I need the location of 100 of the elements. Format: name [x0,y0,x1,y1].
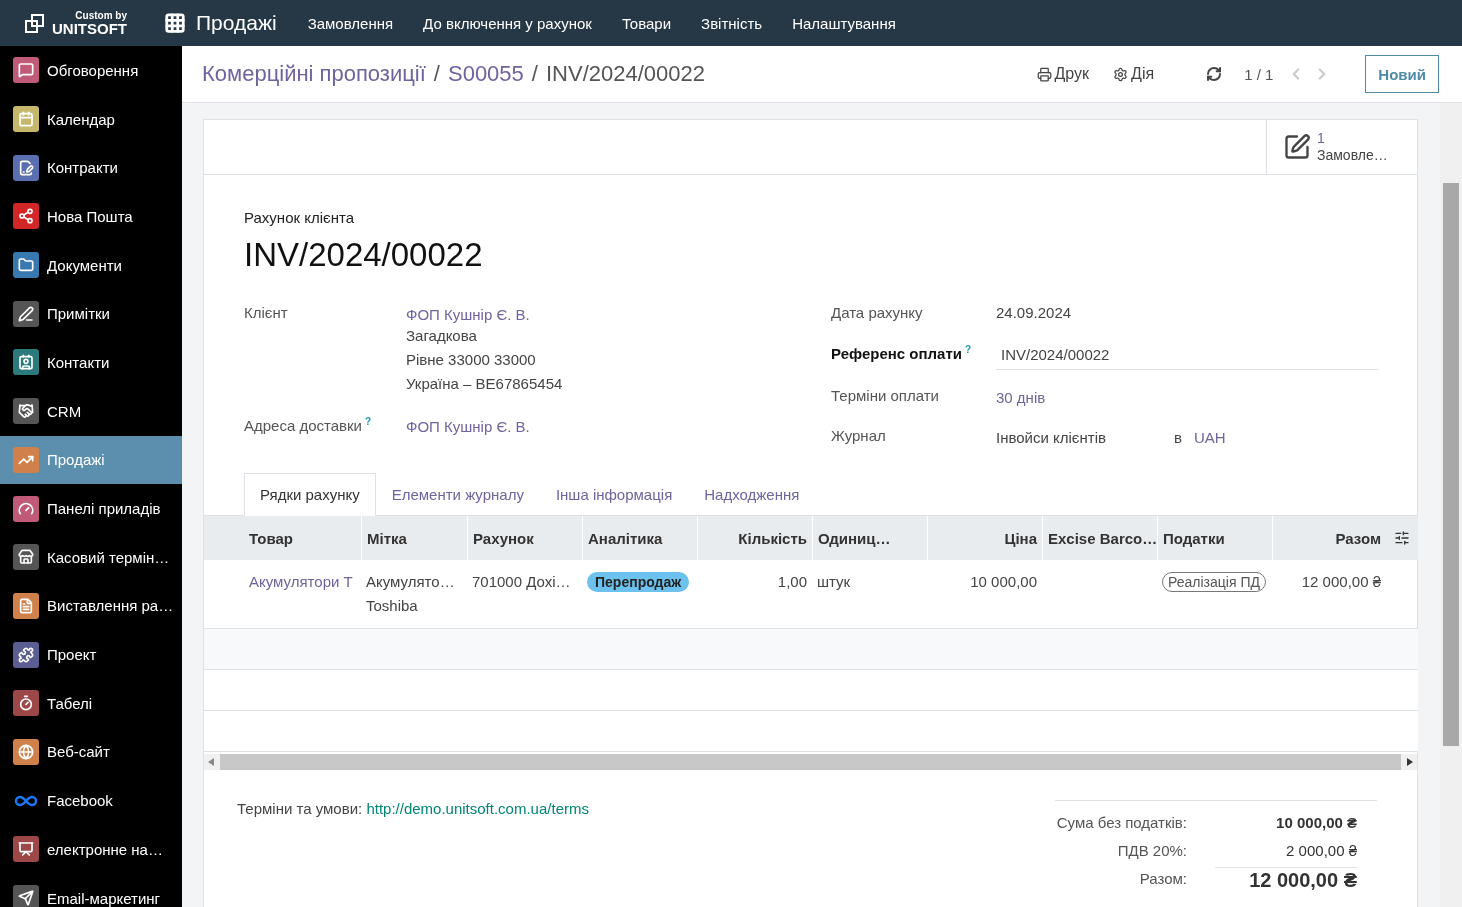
printer-icon [1036,66,1052,82]
sidebar-item[interactable]: електронне на… [0,825,182,874]
column-header[interactable]: Кількість [697,516,812,560]
record-title: INV/2024/00022 [545,61,705,87]
product-link[interactable]: Акумулятори Т [249,573,353,590]
sidebar-item[interactable]: Facebook [0,776,182,825]
app-icon [13,592,39,619]
analytic-tag: Перепродаж [587,572,690,592]
document-title: INV/2024/00022 [244,236,484,274]
tab[interactable]: Рядки рахунку [244,473,376,516]
total-label: ПДВ 20%: [1116,841,1188,861]
column-header[interactable]: Excise Barco… [1042,516,1157,560]
currency-link[interactable]: UAH [1193,425,1226,446]
vertical-scrollbar[interactable] [1440,103,1462,907]
document-type: Рахунок клієнта [244,209,355,226]
app-icon [13,300,39,327]
field-label: Дата рахунку [831,303,924,321]
sidebar-item[interactable]: Календар [0,94,182,144]
terms-text: Терміни та умови: http://demo.unitsoft.com.ua/terms [237,800,589,819]
address-line: Загадкова [406,326,478,346]
apps-menu-icon[interactable] [164,12,186,34]
column-header[interactable]: Аналітика [582,516,697,560]
breadcrumb-separator: / [433,61,440,87]
field-label: Референс оплати $^{?}$ [831,343,973,362]
menu-item[interactable]: Звітність [686,14,778,32]
field-link[interactable]: 30 днів [996,385,1046,406]
field-value: Інвойси клієнтів [996,428,1106,446]
tab[interactable]: Надходження [688,473,816,516]
pager: 1 / 1 [1244,65,1274,83]
column-settings-icon[interactable] [1394,530,1410,546]
app-title: Продажі [196,11,277,35]
terms-link[interactable]: http://demo.unitsoft.com.ua/terms [366,800,589,817]
field-label: Клієнт [244,303,289,321]
field-link[interactable]: ФОП Кушнір Є. В. [406,414,530,435]
sidebar-item[interactable]: Нова Пошта [0,192,182,241]
menu-item[interactable]: Товари [606,14,687,32]
app-icon [13,203,39,230]
column-header[interactable]: Разом [1272,516,1386,560]
print-button[interactable]: Друк [1024,61,1102,87]
gear-icon [1113,66,1129,82]
horizontal-scrollbar[interactable] [204,754,1417,770]
column-header[interactable]: Ціна [927,516,1042,560]
app-icon [13,544,39,571]
sidebar-item[interactable]: Панелі приладів [0,484,182,533]
app-icon [13,836,39,863]
scroll-right-icon[interactable] [1407,758,1413,766]
sidebar-item[interactable]: Касовий термін… [0,532,182,582]
total-label: Сума без податків: [1055,813,1188,833]
edit-icon [1283,133,1311,161]
total-label: Разом: [1138,869,1188,889]
column-header[interactable]: Товар [244,516,361,560]
app-icon [13,446,39,473]
address-line: Рівне 33000 33000 [406,350,537,370]
scroll-left-icon[interactable] [208,758,214,766]
sidebar-item[interactable]: Документи [0,240,182,290]
sidebar-item[interactable]: Веб-сайт [0,727,182,777]
field-label: Журнал [831,426,887,444]
breadcrumb[interactable]: S00055 [447,61,524,87]
app-icon [13,738,39,765]
address-line: Україна – BE67865454 [406,374,564,394]
sidebar-item[interactable]: Контракти [0,143,182,193]
column-header[interactable]: Рахунок [467,516,582,560]
refresh-icon [1206,66,1223,82]
app-icon [13,641,39,668]
brand-name: UNITSOFT [52,20,127,36]
app-icon [13,57,39,84]
app-icon [13,495,39,522]
sidebar-item[interactable]: Табелі [0,678,182,728]
sidebar-item[interactable]: Виставлення ра… [0,581,182,631]
action-button[interactable]: Дія [1101,61,1167,87]
app-icon [13,349,39,376]
column-header[interactable]: Мітка [361,516,467,560]
column-header[interactable]: Одиниц… [812,516,927,560]
total-value: 12 000,00 ₴ [1215,867,1357,892]
sidebar-item[interactable]: Обговорення [0,46,182,95]
breadcrumb[interactable]: Комерційні пропозиції [202,61,426,87]
sidebar-item[interactable]: Контакти [0,338,182,387]
breadcrumb-separator: / [531,61,538,87]
menu-item[interactable]: Налаштування [777,14,911,32]
sidebar-item[interactable]: Проект [0,630,182,679]
sidebar-item[interactable]: Email-маркетинг [0,873,182,907]
brand-caption: Custom by [75,10,127,21]
tab[interactable]: Елементи журналу [375,473,540,516]
app-icon [13,252,39,279]
app-icon [13,398,39,425]
column-header[interactable]: Податки [1157,516,1272,560]
total-value: 2 000,00 ₴ [1285,841,1357,861]
menu-item[interactable]: Замовлення [292,14,409,32]
tab[interactable]: Інша інформація [539,473,689,516]
sidebar-item[interactable]: Продажі [0,435,182,485]
app-icon [13,106,39,133]
sidebar-item[interactable]: CRM [0,386,182,436]
partner-link[interactable]: ФОП Кушнір Є. В. [406,302,530,323]
total-value: 10 000,00 ₴ [1275,813,1357,833]
new-button[interactable]: Новий [1365,55,1439,93]
field-value: 24.09.2024 [996,303,1073,321]
menu-item[interactable]: До включення у рахунок [408,14,607,32]
connector-text: в [1173,429,1182,446]
app-icon [13,154,39,181]
sidebar-item[interactable]: Примітки [0,289,182,339]
